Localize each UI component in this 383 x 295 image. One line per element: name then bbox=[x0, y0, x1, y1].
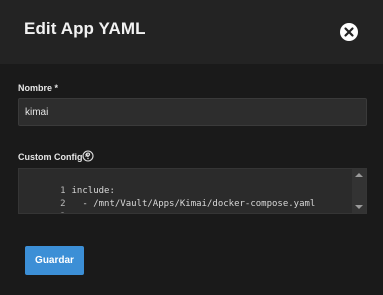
custom-config-editor[interactable]: 1 include: 2 - /mnt/Vault/Apps/Kimai/dock… bbox=[18, 168, 367, 214]
scroll-up-arrow-icon[interactable] bbox=[355, 173, 363, 177]
required-marker: * bbox=[54, 83, 59, 93]
name-input[interactable] bbox=[18, 98, 367, 126]
config-field-label: Custom Config * bbox=[18, 152, 89, 162]
code-line: 1 include: bbox=[19, 172, 115, 196]
code-line: 2 - /mnt/Vault/Apps/Kimai/docker-compose… bbox=[19, 185, 315, 209]
name-field-label: Nombre * bbox=[18, 83, 58, 93]
edit-app-yaml-dialog: Edit App YAML Nombre * Custom Config * 1… bbox=[0, 0, 383, 295]
dialog-header: Edit App YAML bbox=[0, 0, 383, 64]
save-button[interactable]: Guardar bbox=[25, 246, 84, 275]
help-icon[interactable] bbox=[82, 150, 94, 162]
line-number: 3 bbox=[52, 211, 65, 213]
close-icon[interactable] bbox=[339, 22, 359, 42]
config-label-text: Custom Config bbox=[18, 152, 83, 162]
code-line: 3 bbox=[19, 198, 72, 213]
name-label-text: Nombre bbox=[18, 83, 53, 93]
scroll-down-arrow-icon[interactable] bbox=[355, 205, 363, 209]
line-text: - /mnt/Vault/Apps/Kimai/docker-compose.y… bbox=[71, 199, 316, 209]
dialog-title: Edit App YAML bbox=[24, 19, 146, 38]
